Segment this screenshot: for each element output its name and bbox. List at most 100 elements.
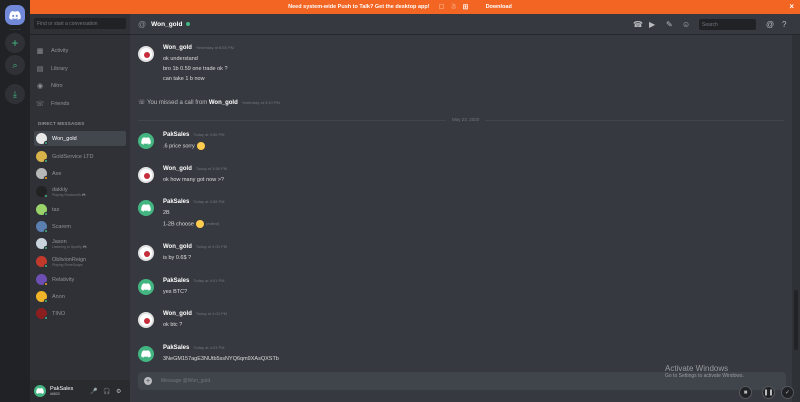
date-divider: May 23, 2020 <box>138 117 784 122</box>
message-scrollbar[interactable] <box>792 35 800 402</box>
add-friend-icon[interactable]: ☺ <box>682 20 690 29</box>
avatar[interactable] <box>138 167 154 183</box>
mentions-icon[interactable]: @ <box>766 20 774 29</box>
find-conversation-input[interactable]: Find or start a conversation <box>34 18 126 29</box>
status-dot <box>44 246 48 250</box>
overlay-pause-icon[interactable]: ❚❚ <box>762 386 775 399</box>
avatar <box>36 256 48 268</box>
close-banner-icon[interactable]: × <box>789 2 794 11</box>
rail-separator <box>9 29 21 30</box>
author-name[interactable]: PakSales <box>163 345 189 351</box>
avatar <box>36 133 48 145</box>
scrollbar-thumb[interactable] <box>794 290 798 350</box>
dm-item[interactable]: Scarem <box>34 219 126 234</box>
add-server-button[interactable]: + <box>5 33 25 53</box>
pin-icon[interactable]: ✎ <box>666 20 673 29</box>
avatar <box>36 186 48 198</box>
search-icon: ⌕ <box>12 59 18 70</box>
online-status-dot <box>186 22 191 26</box>
at-icon: @ <box>138 19 147 29</box>
dm-item[interactable]: Jason Listening to Spotify 🎮 <box>34 236 126 251</box>
dm-name: Won_gold <box>52 135 77 142</box>
timestamp: Today at 3:56 PM <box>195 166 228 171</box>
author-name[interactable]: Won_gold <box>163 311 192 317</box>
message-text: bro 1b 0.59 one trade ok ? <box>163 66 228 72</box>
explore-button[interactable]: ⌕ <box>5 55 25 75</box>
avatar[interactable] <box>138 312 154 328</box>
apple-icon[interactable]:  <box>438 3 446 11</box>
dm-activity: Listening to Spotify 🎮 <box>52 244 87 249</box>
missed-call-user[interactable]: Won_gold <box>209 100 238 106</box>
dm-name: tax <box>52 206 60 213</box>
voice-call-icon[interactable]: ☎ <box>633 20 643 29</box>
dm-activity: Playing Rocksmith 🎮 <box>52 192 87 197</box>
headset-icon[interactable]: 🎧 <box>103 388 110 395</box>
edited-label: (edited) <box>205 221 220 227</box>
home-button[interactable] <box>5 5 25 25</box>
dm-item[interactable]: OblivionReign Playing RuneScape <box>34 254 126 269</box>
dm-item[interactable]: Relativity <box>34 272 126 287</box>
dm-activity: Playing RuneScape <box>52 262 83 267</box>
avatar[interactable] <box>138 46 154 62</box>
overlay-check-icon[interactable]: ✓ <box>781 386 794 399</box>
download-link[interactable]: Download <box>486 4 512 10</box>
nav-library[interactable]: ▤ Library <box>36 63 126 75</box>
author-name[interactable]: Won_gold <box>163 166 192 172</box>
status-dot <box>44 159 48 163</box>
status-dot <box>44 229 48 233</box>
dm-item[interactable]: Won_gold <box>34 131 126 146</box>
author-name[interactable]: PakSales <box>163 199 189 205</box>
status-dot <box>44 316 48 320</box>
nav-nitro-label: Nitro <box>51 83 63 89</box>
message-text: 1-2B choose <box>163 221 194 228</box>
timestamp: Yesterday at 8:55 PM <box>195 45 234 50</box>
dm-name: Scarem <box>52 223 71 230</box>
author-name[interactable]: Won_gold <box>163 244 192 250</box>
avatar[interactable] <box>138 279 154 295</box>
channel-title: Won_gold <box>151 20 183 28</box>
author-name[interactable]: Won_gold <box>163 45 192 51</box>
author-name[interactable]: PakSales <box>163 278 189 284</box>
download-banner: Need system-wide Push to Talk? Get the d… <box>0 0 800 14</box>
avatar <box>36 204 48 216</box>
help-icon[interactable]: ? <box>782 20 786 29</box>
activate-windows-watermark: Activate Windows Go to Settings to activ… <box>665 364 744 379</box>
download-apps-button[interactable]: ⤓ <box>5 84 25 104</box>
user-avatar[interactable] <box>34 385 46 397</box>
settings-gear-icon[interactable]: ⚙ <box>116 388 121 395</box>
dm-item[interactable]: Axe <box>34 166 126 181</box>
dm-item[interactable]: GoldService LTD <box>34 149 126 164</box>
dm-name: TINO <box>52 310 66 317</box>
discord-logo-icon <box>141 137 151 145</box>
timestamp: Today at 4:03 PM <box>195 311 228 316</box>
avatar[interactable] <box>138 245 154 261</box>
dm-item[interactable]: dakkly Playing Rocksmith 🎮 <box>34 184 126 199</box>
status-dot <box>44 176 48 180</box>
avatar[interactable] <box>138 346 154 362</box>
upload-plus-icon[interactable]: + <box>144 377 152 385</box>
nav-activity[interactable]: ▦ Activity <box>36 45 126 57</box>
dm-item[interactable]: tax <box>34 202 126 217</box>
nav-library-label: Library <box>51 66 68 72</box>
banner-text: Need system-wide Push to Talk? Get the d… <box>288 4 430 10</box>
nav-nitro[interactable]: ◉ Nitro <box>36 80 126 92</box>
dm-item[interactable]: Anon <box>34 289 126 304</box>
dm-name: Relativity <box>52 276 75 283</box>
dm-name: OblivionReign <box>52 256 87 263</box>
user-panel: PakSales #6820 🎤 🎧 ⚙ <box>30 380 130 402</box>
microphone-icon[interactable]: 🎤 <box>90 388 97 395</box>
status-dot <box>44 212 48 216</box>
video-call-icon[interactable]: ▶ <box>649 20 655 29</box>
android-icon[interactable]: ☃ <box>450 3 458 11</box>
message-input[interactable]: Message @Won_gold <box>161 378 210 384</box>
author-name[interactable]: PakSales <box>163 132 189 138</box>
avatar[interactable] <box>138 133 154 149</box>
avatar[interactable] <box>138 200 154 216</box>
nav-friends[interactable]: ☏ Friends <box>36 98 126 110</box>
overlay-stop-icon[interactable]: ■ <box>739 386 752 399</box>
dm-item[interactable]: TINO <box>34 306 126 321</box>
windows-icon[interactable]: ⊞ <box>462 3 470 11</box>
message-text: 3NeGM157agE3NUtb5ssNYQ6qm9XAsQXSTb <box>163 356 279 362</box>
header-search-input[interactable]: Search <box>699 19 756 30</box>
timestamp: Today at 4:00 PM <box>195 244 228 249</box>
